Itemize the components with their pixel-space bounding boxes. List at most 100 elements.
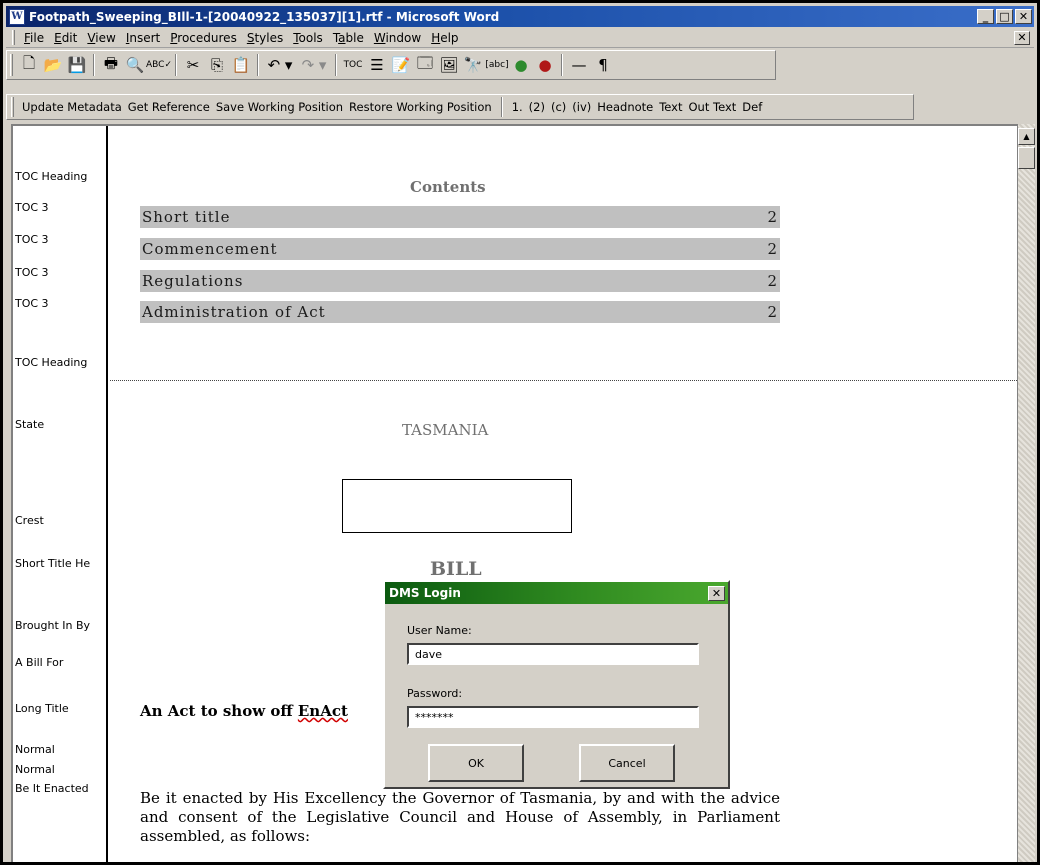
open-folder-icon[interactable]: 📂 [41, 53, 65, 77]
dialog-title: DMS Login [389, 586, 461, 600]
numbering-2-button[interactable]: (2) [526, 100, 548, 114]
toc-entry-page: 2 [767, 272, 778, 290]
redo-icon[interactable]: ↷ ▾ [297, 53, 331, 77]
vertical-scrollbar[interactable]: ▲ [1017, 124, 1035, 862]
style-label[interactable]: State [15, 418, 107, 431]
copy-icon[interactable]: ⎘ [205, 53, 229, 77]
menu-grip[interactable] [12, 30, 15, 45]
out-text-button[interactable]: Out Text [686, 100, 740, 114]
menu-view[interactable]: View [82, 31, 120, 45]
maximize-button[interactable]: □ [996, 9, 1013, 24]
spelling-icon[interactable]: ABC✓ [146, 53, 172, 77]
table-of-contents-icon[interactable]: TOC [341, 53, 365, 77]
numbering-iv-button[interactable]: (iv) [569, 100, 594, 114]
update-metadata-button[interactable]: Update Metadata [19, 100, 125, 114]
style-label[interactable]: A Bill For [15, 656, 107, 669]
toolbar-grip[interactable] [11, 97, 14, 117]
menu-help[interactable]: Help [426, 31, 463, 45]
text-button[interactable]: Text [656, 100, 685, 114]
dms-login-dialog: DMS Login ✕ User Name: dave Password: **… [383, 580, 730, 789]
insert-image-icon[interactable]: 🖼 [437, 53, 461, 77]
toolbar-separator [500, 97, 503, 117]
window-controls: _ □ ✕ [977, 9, 1032, 24]
restore-working-position-button[interactable]: Restore Working Position [346, 100, 495, 114]
binoculars-icon[interactable]: 🔭 [461, 53, 485, 77]
cut-icon[interactable]: ✂ [181, 53, 205, 77]
menu-tools[interactable]: Tools [288, 31, 328, 45]
menu-styles[interactable]: Styles [242, 31, 288, 45]
get-reference-button[interactable]: Get Reference [125, 100, 213, 114]
style-label[interactable]: Crest [15, 514, 107, 527]
dialog-close-button[interactable]: ✕ [708, 585, 725, 601]
long-title-text: An Act to show off [140, 702, 298, 720]
minimize-button[interactable]: _ [977, 9, 994, 24]
toolbar-separator [561, 54, 563, 76]
green-comment-icon[interactable]: ● [509, 53, 533, 77]
style-label[interactable]: Long Title [15, 702, 107, 715]
style-label[interactable]: TOC 3 [15, 201, 107, 214]
style-label[interactable]: Be It Enacted [15, 782, 107, 795]
section-break [110, 380, 1017, 381]
cancel-button[interactable]: Cancel [579, 744, 675, 782]
close-button[interactable]: ✕ [1015, 9, 1032, 24]
menu-insert[interactable]: Insert [121, 31, 165, 45]
toc-entry[interactable]: Administration of Act 2 [140, 301, 780, 323]
menu-file[interactable]: File [19, 31, 49, 45]
ok-button[interactable]: OK [428, 744, 524, 782]
scroll-up-arrow-icon[interactable]: ▲ [1018, 128, 1035, 145]
toolbar-separator [93, 54, 95, 76]
pilcrow-icon[interactable]: ¶ [591, 53, 615, 77]
toc-entry-title: Commencement [142, 240, 278, 258]
toc-entry[interactable]: Short title 2 [140, 206, 780, 228]
scroll-thumb[interactable] [1018, 147, 1035, 169]
paste-icon[interactable]: 📋 [229, 53, 253, 77]
red-comment-icon[interactable]: ● [533, 53, 557, 77]
word-app-icon[interactable]: W [9, 8, 25, 25]
title-bar: W Footpath_Sweeping_BIll-1-[20040922_135… [6, 6, 1034, 27]
style-label[interactable]: Brought In By [15, 619, 107, 632]
toc-entry[interactable]: Regulations 2 [140, 270, 780, 292]
style-label[interactable]: TOC Heading [15, 170, 107, 183]
horizontal-rule-icon[interactable]: — [567, 53, 591, 77]
abc-field-icon[interactable]: [abc] [485, 53, 509, 77]
metadata-icon[interactable]: 🗔 [413, 53, 437, 77]
toc-entry-title: Administration of Act [142, 303, 326, 321]
save-disk-icon[interactable]: 💾 [65, 53, 89, 77]
style-label[interactable]: TOC 3 [15, 233, 107, 246]
toc-entry-page: 2 [767, 240, 778, 258]
bullet-list-icon[interactable]: ☰ [365, 53, 389, 77]
username-field[interactable]: dave [407, 643, 699, 665]
style-label[interactable]: TOC Heading [15, 356, 107, 369]
style-area[interactable]: TOC Heading TOC 3 TOC 3 TOC 3 TOC 3 TOC … [13, 126, 108, 862]
print-icon[interactable]: 🖶 [99, 53, 123, 77]
style-label[interactable]: Normal [15, 763, 107, 776]
def-button[interactable]: Def [739, 100, 765, 114]
style-label[interactable]: TOC 3 [15, 297, 107, 310]
crest-placeholder[interactable] [342, 479, 572, 533]
toolbar-separator [335, 54, 337, 76]
toolbar-grip[interactable] [10, 54, 13, 76]
numbering-1-button[interactable]: 1. [509, 100, 526, 114]
undo-icon[interactable]: ↶ ▾ [263, 53, 297, 77]
document-close-button[interactable]: ✕ [1014, 30, 1030, 45]
style-label[interactable]: Normal [15, 743, 107, 756]
numbering-c-button[interactable]: (c) [548, 100, 569, 114]
toc-entry-page: 2 [767, 208, 778, 226]
toolbar-separator [257, 54, 259, 76]
headnote-button[interactable]: Headnote [594, 100, 656, 114]
word-window: W Footpath_Sweeping_BIll-1-[20040922_135… [0, 0, 1040, 865]
style-label[interactable]: Short Title He [15, 557, 107, 570]
long-title-misspelled-word[interactable]: EnAct [298, 702, 348, 720]
toc-entry[interactable]: Commencement 2 [140, 238, 780, 260]
menu-procedures[interactable]: Procedures [165, 31, 242, 45]
menu-window[interactable]: Window [369, 31, 426, 45]
menu-table[interactable]: Table [328, 31, 369, 45]
save-working-position-button[interactable]: Save Working Position [213, 100, 346, 114]
new-document-icon[interactable]: 🗋 [17, 53, 41, 77]
long-title: An Act to show off EnAct [140, 702, 348, 720]
password-field[interactable]: ******* [407, 706, 699, 728]
style-label[interactable]: TOC 3 [15, 266, 107, 279]
print-preview-icon[interactable]: 🔍 [123, 53, 147, 77]
menu-edit[interactable]: Edit [49, 31, 82, 45]
edit-field-icon[interactable]: 📝 [389, 53, 413, 77]
